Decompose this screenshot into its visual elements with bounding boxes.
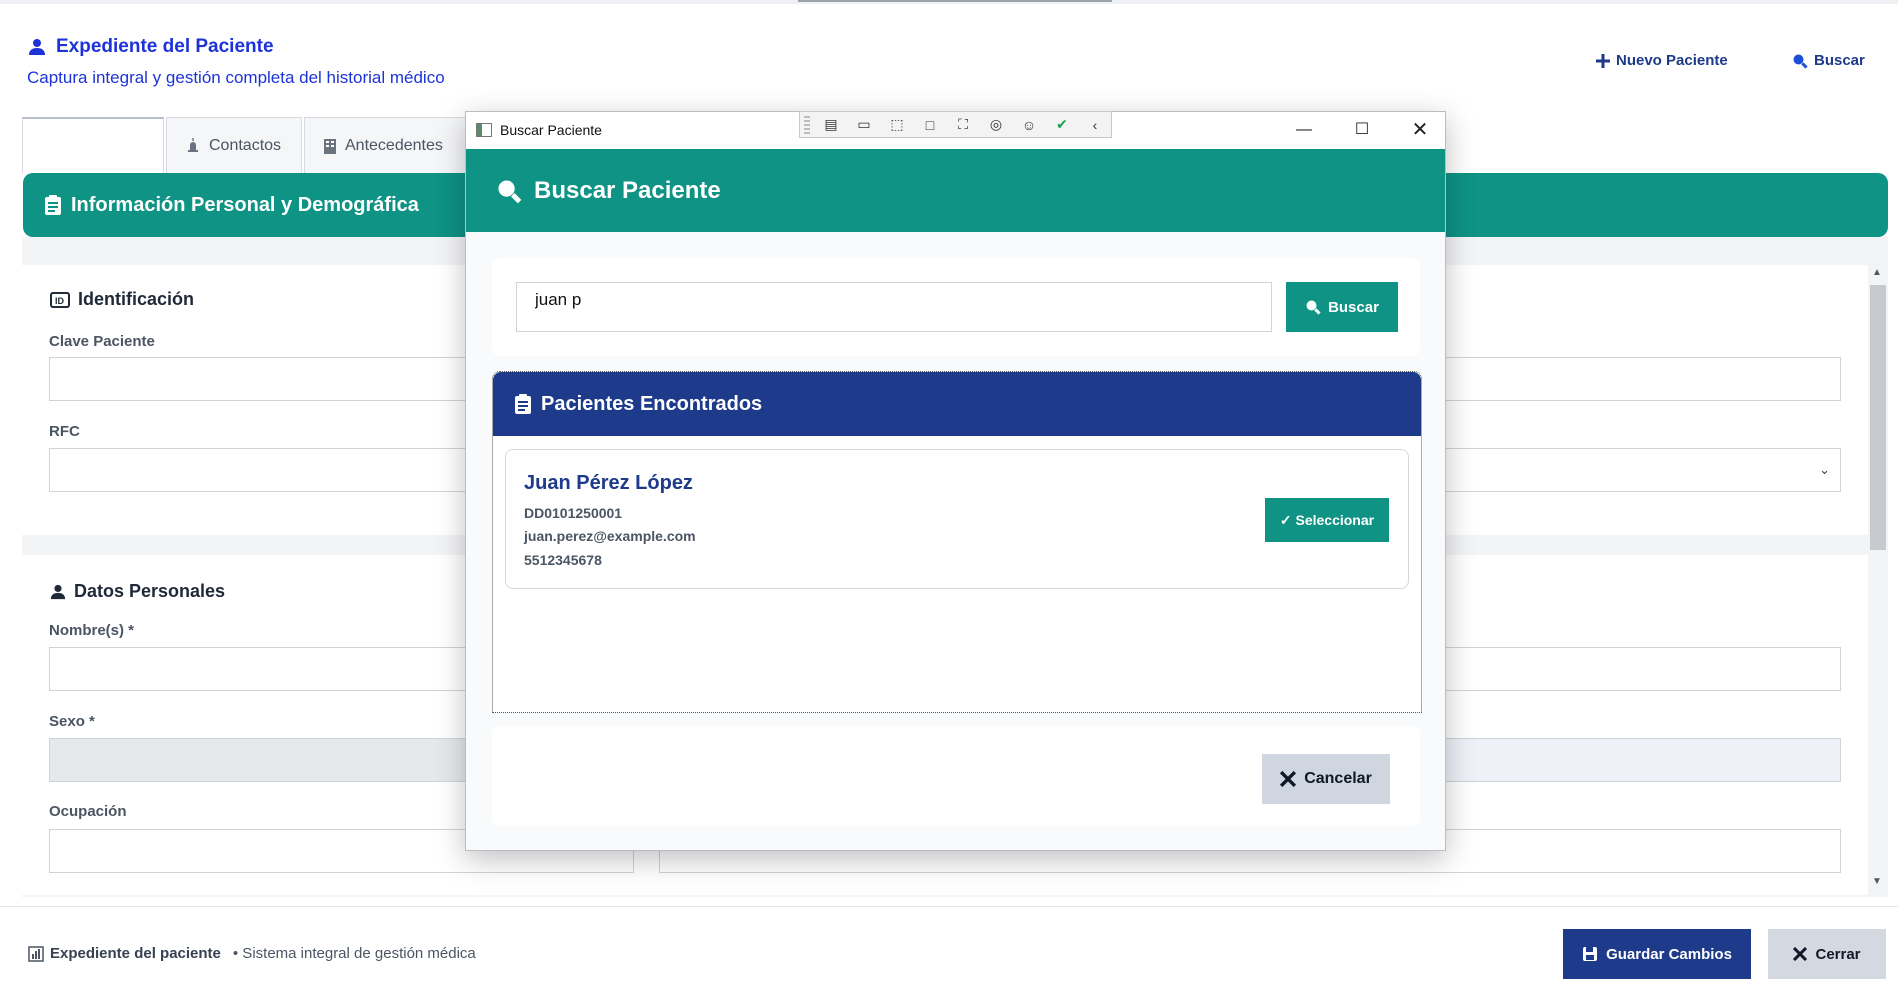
nombre-label: Nombre(s) *: [49, 622, 135, 639]
binding-failures-icon[interactable]: ◎: [984, 116, 1008, 133]
search-input[interactable]: [516, 282, 1272, 332]
user-icon: [29, 39, 45, 55]
patient-phone: 5512345678: [524, 552, 602, 568]
id-card-icon: ID: [50, 291, 70, 308]
tab-contacts[interactable]: Contactos: [166, 117, 302, 173]
personal-heading-text: Datos Personales: [74, 581, 226, 601]
window-title: Buscar Paciente: [500, 122, 602, 138]
personal-right-input-1[interactable]: [1442, 647, 1841, 691]
debug-toolbar: ▤ ▭ ⬚ □ ⛶ ◎ ☺ ✔ ‹: [799, 111, 1112, 138]
cancel-label: Cancelar: [1304, 770, 1372, 787]
modal-title: Buscar Paciente: [534, 176, 721, 204]
window-app-icon: [476, 123, 492, 137]
minimize-icon[interactable]: —: [1284, 118, 1324, 142]
video-icon[interactable]: ▭: [852, 116, 876, 133]
header-search-label: Buscar: [1814, 52, 1865, 69]
select-element-icon[interactable]: ⬚: [885, 116, 909, 133]
search-patient-window: Buscar Paciente — ☐ ✕ Buscar Paciente Bu…: [465, 111, 1446, 851]
sexo-label: Sexo *: [49, 713, 95, 730]
search-icon: [1306, 300, 1321, 315]
header-search-button[interactable]: Buscar: [1792, 52, 1865, 69]
identification-right-input[interactable]: [1442, 357, 1841, 401]
results-header: Pacientes Encontrados: [493, 372, 1421, 436]
close-icon: [1793, 947, 1808, 961]
app-header: Expediente del Paciente Captura integral…: [0, 4, 1898, 116]
alarm-icon: [188, 137, 198, 152]
identification-right-select[interactable]: ⌄: [1442, 448, 1841, 492]
live-tree-icon[interactable]: ▤: [819, 116, 843, 133]
footer-app-name: Expediente del paciente: [50, 945, 221, 962]
scrollbar-thumb[interactable]: [1870, 285, 1886, 550]
tab-antecedentes[interactable]: Antecedentes: [304, 117, 474, 173]
select-patient-button[interactable]: ✓ Seleccionar: [1265, 498, 1389, 542]
tab-antecedentes-label: Antecedentes: [345, 136, 443, 154]
close-label: Cerrar: [1815, 945, 1861, 963]
patient-email: juan.perez@example.com: [524, 528, 696, 544]
tab-contacts-label: Contactos: [209, 136, 282, 154]
page-subtitle: Captura integral y gestión completa del …: [27, 68, 445, 87]
page-title: Expediente del Paciente: [28, 36, 274, 58]
save-changes-button[interactable]: Guardar Cambios: [1563, 929, 1751, 979]
cancel-button[interactable]: Cancelar: [1262, 754, 1390, 804]
section-title: Información Personal y Demográfica: [71, 193, 419, 216]
modal-header: Buscar Paciente: [466, 149, 1445, 232]
accessibility-icon[interactable]: ☺: [1017, 117, 1041, 133]
results-panel: Pacientes Encontrados Juan Pérez López D…: [492, 371, 1422, 713]
track-focus-icon[interactable]: ⛶: [951, 116, 975, 133]
close-button[interactable]: Cerrar: [1768, 929, 1886, 979]
user-icon: [50, 584, 66, 599]
clipboard-icon: [515, 394, 531, 414]
personal-right-input-2[interactable]: [1442, 738, 1841, 782]
top-notch: [798, 0, 1112, 2]
footer-info: Expediente del paciente • Sistema integr…: [28, 945, 476, 962]
svg-text:ID: ID: [55, 296, 65, 306]
chevron-down-icon: ⌄: [1819, 462, 1830, 477]
maximize-icon[interactable]: ☐: [1342, 118, 1382, 142]
tab-bar: Contactos Antecedentes: [22, 117, 476, 173]
floppy-disk-icon: [1583, 947, 1598, 961]
layout-adorner-icon[interactable]: □: [918, 117, 942, 133]
search-icon: [498, 179, 522, 203]
ocupacion-label: Ocupación: [49, 803, 127, 820]
building-icon: [324, 138, 336, 154]
scroll-up-icon[interactable]: ▲: [1872, 267, 1882, 278]
new-patient-label: Nuevo Paciente: [1616, 52, 1728, 69]
rfc-label: RFC: [49, 423, 80, 440]
new-patient-button[interactable]: Nuevo Paciente: [1596, 52, 1728, 69]
bar-chart-icon: [28, 945, 44, 962]
search-panel: Buscar: [492, 258, 1420, 356]
scroll-down-icon[interactable]: ▼: [1872, 876, 1882, 887]
page-title-text: Expediente del Paciente: [56, 36, 274, 57]
search-icon: [1793, 54, 1808, 69]
clipboard-icon: [45, 195, 61, 215]
list-item[interactable]: Juan Pérez López DD0101250001 juan.perez…: [505, 449, 1409, 589]
identification-heading: ID Identificación: [50, 289, 194, 310]
toolbar-grip-icon[interactable]: [804, 115, 810, 134]
tab-personal[interactable]: [22, 117, 164, 173]
search-button-label: Buscar: [1328, 298, 1379, 316]
modal-footer: Cancelar: [492, 726, 1420, 826]
identification-heading-text: Identificación: [78, 289, 195, 309]
check-circle-icon[interactable]: ✔: [1050, 116, 1074, 133]
results-title: Pacientes Encontrados: [541, 392, 763, 415]
footer: Expediente del paciente • Sistema integr…: [0, 906, 1898, 995]
patient-name: Juan Pérez López: [524, 472, 693, 494]
close-icon: [1280, 771, 1297, 787]
collapse-chevron-icon[interactable]: ‹: [1083, 117, 1107, 133]
clave-label: Clave Paciente: [49, 333, 155, 350]
search-button[interactable]: Buscar: [1286, 282, 1398, 332]
window-close-icon[interactable]: ✕: [1400, 118, 1440, 142]
plus-icon: [1596, 53, 1610, 68]
select-patient-label: ✓ Seleccionar: [1279, 511, 1375, 528]
personal-heading: Datos Personales: [50, 581, 225, 602]
save-changes-label: Guardar Cambios: [1606, 945, 1732, 963]
patient-clave: DD0101250001: [524, 505, 623, 521]
footer-tagline: • Sistema integral de gestión médica: [232, 945, 476, 962]
